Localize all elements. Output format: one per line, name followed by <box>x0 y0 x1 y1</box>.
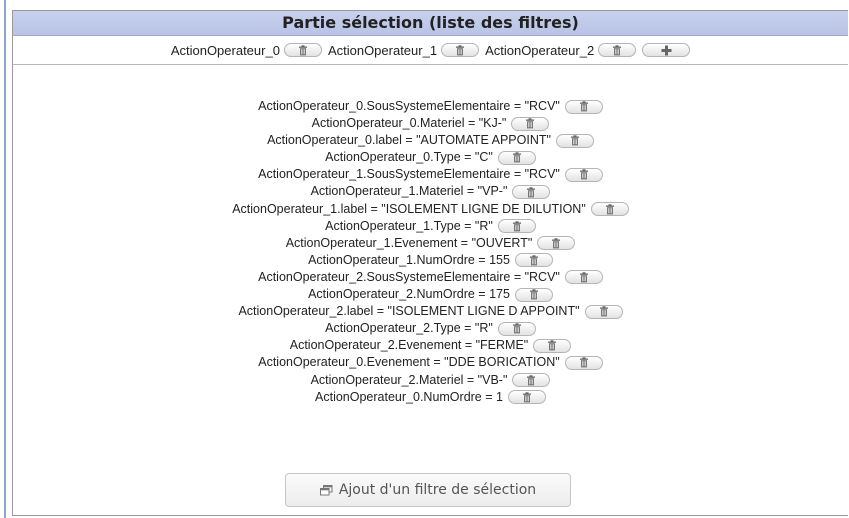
filter-item: ActionOperateur_1.SousSystemeElementaire… <box>258 166 603 183</box>
trash-icon <box>526 118 535 129</box>
filter-item: ActionOperateur_2.SousSystemeElementaire… <box>258 269 603 286</box>
add-operator-button[interactable] <box>642 43 691 57</box>
filter-item: ActionOperateur_0.Materiel = "KJ-" <box>312 115 550 132</box>
add-filter-label: Ajout d'un filtre de sélection <box>338 482 537 498</box>
filter-item: ActionOperateur_1.Materiel = "VP-" <box>311 183 551 200</box>
filter-item: ActionOperateur_0.label = "AUTOMATE APPO… <box>267 132 594 149</box>
filter-expression: ActionOperateur_1.Evenement = "OUVERT" <box>285 235 533 250</box>
filter-expression: ActionOperateur_2.label = "ISOLEMENT LIG… <box>238 304 580 319</box>
filter-expression: ActionOperateur_1.Materiel = "VP-" <box>310 184 508 199</box>
filter-item: ActionOperateur_0.SousSystemeElementaire… <box>258 98 603 115</box>
operator-chip: ActionOperateur_2 <box>485 42 637 58</box>
filter-expression: ActionOperateur_0.Evenement = "DDE BORIC… <box>258 355 560 370</box>
trash-icon <box>605 203 614 215</box>
trash-icon <box>512 221 521 232</box>
filter-expression: ActionOperateur_2.Type = "R" <box>325 321 493 336</box>
delete-filter-button[interactable] <box>564 355 603 370</box>
delete-filter-button[interactable] <box>584 304 623 319</box>
filter-expression: ActionOperateur_1.SousSystemeElementaire… <box>258 167 560 182</box>
trash-icon <box>298 44 307 55</box>
selection-panel: Partie sélection (liste des filtres) Act… <box>12 10 848 516</box>
trash-icon <box>552 238 561 249</box>
filter-expression: ActionOperateur_2.NumOrdre = 175 <box>308 287 510 302</box>
filter-item: ActionOperateur_2.NumOrdre = 175 <box>308 286 553 303</box>
filter-expression: ActionOperateur_1.label = "ISOLEMENT LIG… <box>232 201 586 216</box>
filter-item: ActionOperateur_0.Type = "C" <box>325 149 536 166</box>
trash-icon <box>570 135 579 146</box>
operator-chip-label: ActionOperateur_0 <box>170 42 280 58</box>
delete-filter-button[interactable] <box>537 236 576 251</box>
new-window-icon <box>319 484 333 495</box>
filter-expression: ActionOperateur_0.Materiel = "KJ-" <box>311 116 507 131</box>
filter-expression: ActionOperateur_0.Type = "C" <box>325 150 493 165</box>
delete-filter-button[interactable] <box>497 321 536 336</box>
filter-item: ActionOperateur_2.Evenement = "FERME" <box>290 337 572 354</box>
delete-filter-button[interactable] <box>514 287 553 302</box>
trash-icon <box>522 391 531 403</box>
delete-filter-button[interactable] <box>555 133 594 148</box>
add-filter-button[interactable]: Ajout d'un filtre de sélection <box>285 473 571 507</box>
filter-item: ActionOperateur_0.NumOrdre = 1 <box>315 389 546 406</box>
trash-icon <box>527 186 536 197</box>
filter-item: ActionOperateur_1.label = "ISOLEMENT LIG… <box>232 201 629 218</box>
filter-expression: ActionOperateur_1.NumOrdre = 155 <box>308 252 510 267</box>
trash-icon <box>579 101 588 112</box>
delete-filter-button[interactable] <box>512 373 551 388</box>
filter-item: ActionOperateur_1.NumOrdre = 155 <box>308 252 553 269</box>
filter-expression: ActionOperateur_0.SousSystemeElementaire… <box>258 99 560 113</box>
delete-filter-button[interactable] <box>507 390 546 405</box>
delete-filter-button[interactable] <box>497 150 536 165</box>
filter-item: ActionOperateur_1.Evenement = "OUVERT" <box>286 235 576 252</box>
delete-filter-button[interactable] <box>590 202 629 217</box>
trash-icon <box>548 340 557 351</box>
delete-filter-button[interactable] <box>564 270 603 285</box>
filter-item: ActionOperateur_2.label = "ISOLEMENT LIG… <box>238 303 623 320</box>
operator-chip: ActionOperateur_1 <box>327 42 480 58</box>
delete-filter-button[interactable] <box>514 253 553 268</box>
trash-icon <box>512 152 521 163</box>
filter-item: ActionOperateur_2.Materiel = "VB-" <box>311 372 551 389</box>
operator-chip-label: ActionOperateur_2 <box>485 42 595 58</box>
delete-filter-button[interactable] <box>511 116 550 131</box>
delete-filter-button[interactable] <box>497 219 536 234</box>
trash-icon <box>529 255 538 266</box>
operator-chips-row: ActionOperateur_0 ActionOperateur_1 Acti… <box>13 36 848 65</box>
delete-operator-button[interactable] <box>441 43 480 57</box>
delete-operator-button[interactable] <box>598 43 637 57</box>
delete-filter-button[interactable] <box>512 185 551 200</box>
panel-title: Partie sélection (liste des filtres) <box>13 11 848 36</box>
filter-expression: ActionOperateur_2.Evenement = "FERME" <box>289 338 529 353</box>
delete-operator-button[interactable] <box>283 43 322 57</box>
filter-expression: ActionOperateur_1.Type = "R" <box>325 218 493 233</box>
trash-icon <box>512 323 521 334</box>
trash-icon <box>456 44 465 55</box>
outer-frame-border <box>4 0 6 518</box>
filter-item: ActionOperateur_0.Evenement = "DDE BORIC… <box>258 354 603 371</box>
delete-filter-button[interactable] <box>564 167 603 182</box>
trash-icon <box>579 357 588 368</box>
trash-icon <box>527 374 536 385</box>
filter-expression: ActionOperateur_2.Materiel = "VB-" <box>310 372 508 387</box>
trash-icon <box>613 44 622 55</box>
delete-filter-button[interactable] <box>533 338 572 353</box>
delete-filter-button[interactable] <box>564 99 603 114</box>
operator-chip: ActionOperateur_0 <box>171 43 322 58</box>
trash-icon <box>529 289 538 300</box>
filter-expression: ActionOperateur_0.label = "AUTOMATE APPO… <box>267 133 551 148</box>
trash-icon <box>579 169 588 180</box>
filter-expression: ActionOperateur_2.SousSystemeElementaire… <box>258 269 560 284</box>
operator-chip-label: ActionOperateur_1 <box>327 42 438 58</box>
filter-item: ActionOperateur_2.Type = "R" <box>325 320 536 337</box>
plus-icon <box>661 45 672 55</box>
trash-icon <box>579 272 588 283</box>
trash-icon <box>599 306 608 317</box>
filter-expression: ActionOperateur_0.NumOrdre = 1 <box>315 389 503 404</box>
filter-item: ActionOperateur_1.Type = "R" <box>325 218 536 235</box>
filter-list: ActionOperateur_0.SousSystemeElementaire… <box>13 98 848 406</box>
